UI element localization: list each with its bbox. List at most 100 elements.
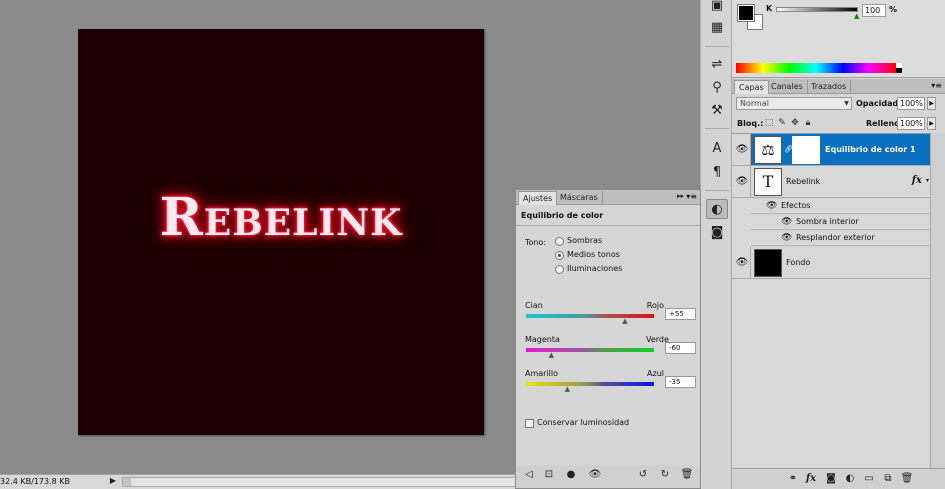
slider-right-label: Verde <box>646 335 669 344</box>
adjustments-panel: Ajustes Máscaras ▸▸ ▾≡ Equilibrio de col… <box>515 189 701 489</box>
lock-image-icon[interactable]: ✎ <box>777 118 787 128</box>
slider-left-label: Magenta <box>525 335 560 344</box>
fx-icon[interactable]: fx <box>804 472 818 486</box>
paragraph-icon[interactable]: ¶ <box>706 163 728 183</box>
tab-mascaras[interactable]: Máscaras <box>556 191 603 205</box>
character-icon[interactable]: A <box>706 139 728 159</box>
radio-button[interactable] <box>555 237 564 246</box>
tab-capas[interactable]: Capas <box>734 80 769 94</box>
back-icon[interactable]: ◁ <box>522 468 536 482</box>
mask-icon[interactable]: ◙ <box>824 472 838 486</box>
foreground-color-swatch[interactable] <box>737 4 755 22</box>
effects-row[interactable]: 👁︎ Efectos <box>751 198 930 214</box>
opacity-slider-arrow-icon[interactable]: ▶ <box>927 97 936 110</box>
color-panel: K ▲ 100 % <box>732 0 945 78</box>
new-layer-icon[interactable]: ⧉ <box>881 472 895 486</box>
status-menu-arrow-icon[interactable]: ▶ <box>108 476 118 487</box>
layers-panel: Capas Canales Trazados ▾≡ Normal ▼ Opaci… <box>732 79 945 489</box>
color-k-value-field[interactable]: 100 <box>862 4 886 17</box>
visibility-eye-icon[interactable]: 👁︎ <box>781 230 792 246</box>
masks-icon[interactable]: ◙ <box>706 223 728 243</box>
visibility-eye-icon[interactable]: 👁︎ <box>781 214 792 230</box>
radio-label: Sombras <box>567 236 603 245</box>
slider-value-field[interactable]: -60 <box>665 342 696 354</box>
slider-thumb-icon[interactable]: ▲ <box>622 318 627 325</box>
layer-row-rebelink[interactable]: 👁︎ T Rebelink fx ▾ <box>732 166 930 198</box>
slider-track[interactable] <box>526 348 654 352</box>
visibility-eye-icon[interactable]: 👁︎ <box>735 176 749 188</box>
slider-cian-rojo: Cian Rojo ▲ +55 <box>525 301 697 329</box>
preserve-luminosity-checkbox[interactable] <box>525 419 534 428</box>
panel-menu-icon[interactable]: ▾≡ <box>686 192 697 201</box>
layer-row-equilibrio-de-color-1[interactable]: 👁︎ ⚖ 🔗︎ Equilibrio de color 1 <box>732 134 930 166</box>
chevron-down-icon[interactable]: ▼ <box>842 98 851 109</box>
view-previous-icon[interactable]: ↺ <box>636 468 650 482</box>
effect-row-resplandor-exterior[interactable]: 👁︎ Resplandor exterior <box>751 230 930 246</box>
trash-icon[interactable]: 🗑︎ <box>680 468 694 482</box>
tool-presets-icon[interactable]: ⚒ <box>706 101 728 121</box>
visibility-eye-icon[interactable]: 👁︎ <box>766 198 777 214</box>
tab-trazados[interactable]: Trazados <box>807 80 852 94</box>
effect-label: Sombra interior <box>796 217 859 226</box>
link-icon[interactable]: ⚭ <box>786 472 800 486</box>
color-k-unit: % <box>889 5 898 14</box>
effect-row-sombra-interior[interactable]: 👁︎ Sombra interior <box>751 214 930 230</box>
tab-ajustes[interactable]: Ajustes <box>518 191 558 205</box>
layers-panel-tabs: Capas Canales Trazados ▾≡ <box>732 79 945 94</box>
slider-thumb-icon[interactable]: ▲ <box>549 352 554 359</box>
histogram-icon[interactable]: ▦ <box>706 18 728 38</box>
blend-mode-select[interactable]: Normal <box>736 97 852 110</box>
panel-menu-icon[interactable]: ▾≡ <box>931 81 942 90</box>
slider-value-field[interactable]: -35 <box>665 376 696 388</box>
layer-row-fondo[interactable]: 👁︎ Fondo <box>732 247 930 279</box>
collapse-icon[interactable]: ▸▸ <box>677 192 684 200</box>
slider-right-label: Rojo <box>646 301 664 310</box>
color-ramp-black-white[interactable] <box>896 63 902 73</box>
effects-label: Efectos <box>781 201 811 210</box>
group-icon[interactable]: ▭ <box>862 472 876 486</box>
layers-vertical-scrollbar[interactable] <box>930 133 945 468</box>
mini-bridge-icon[interactable]: ▣ <box>706 0 728 16</box>
lock-all-icon[interactable]: 🔒︎ <box>803 118 813 128</box>
divider <box>516 225 700 226</box>
fill-slider-arrow-icon[interactable]: ▶ <box>927 117 936 130</box>
adjustment-title: Equilibrio de color <box>521 211 604 220</box>
slider-right-label: Azul <box>647 369 664 378</box>
clip-icon[interactable]: ● <box>564 468 578 482</box>
brush-presets-icon[interactable]: ⇌ <box>706 55 728 75</box>
adjustments-icon[interactable]: ◐ <box>706 199 728 219</box>
visibility-icon[interactable]: 👁︎ <box>588 468 602 482</box>
tab-canales[interactable]: Canales <box>767 80 808 94</box>
chevron-down-icon[interactable]: ▾ <box>926 177 929 184</box>
radio-button[interactable] <box>555 265 564 274</box>
radio-button-selected[interactable] <box>555 251 564 260</box>
opacity-field[interactable]: 100% <box>897 97 925 110</box>
trash-icon[interactable]: 🗑︎ <box>900 472 914 486</box>
slider-track[interactable] <box>526 314 654 318</box>
lock-position-icon[interactable]: ✥ <box>790 118 800 128</box>
color-k-slider[interactable] <box>776 7 858 12</box>
color-k-slider-thumb-icon[interactable]: ▲ <box>854 12 859 20</box>
clone-source-icon[interactable]: ⚲ <box>706 78 728 98</box>
document-size: 32.4 KB/173.8 KB <box>0 477 70 486</box>
adjustments-panel-tabs: Ajustes Máscaras ▸▸ ▾≡ <box>516 190 700 205</box>
color-spectrum-ramp[interactable] <box>736 63 896 73</box>
lock-transparent-icon[interactable]: ⬚ <box>764 118 774 128</box>
reset-icon[interactable]: ↻ <box>658 468 672 482</box>
radio-label: Iluminaciones <box>567 264 623 273</box>
layer-name: Equilibrio de color 1 <box>825 145 916 154</box>
fx-icon[interactable]: fx <box>912 175 922 186</box>
document-canvas[interactable]: Rebelink <box>78 29 484 435</box>
lock-label: Bloq.: <box>737 119 764 128</box>
fill-field[interactable]: 100% <box>897 117 925 130</box>
adjustments-footer-toolbar: ◁ ⊡ ● 👁︎ ↺ ↻ 🗑︎ <box>516 465 700 488</box>
layer-mask-thumbnail[interactable] <box>792 136 820 164</box>
preserve-luminosity-label: Conservar luminosidad <box>537 418 630 427</box>
fit-icon[interactable]: ⊡ <box>542 468 556 482</box>
adjustment-layer-icon[interactable]: ◐ <box>843 472 857 486</box>
slider-value-field[interactable]: +55 <box>665 308 696 320</box>
visibility-eye-icon[interactable]: 👁︎ <box>735 144 749 156</box>
slider-thumb-icon[interactable]: ▲ <box>565 386 570 393</box>
visibility-eye-icon[interactable]: 👁︎ <box>735 257 749 269</box>
slider-track[interactable] <box>526 382 654 386</box>
